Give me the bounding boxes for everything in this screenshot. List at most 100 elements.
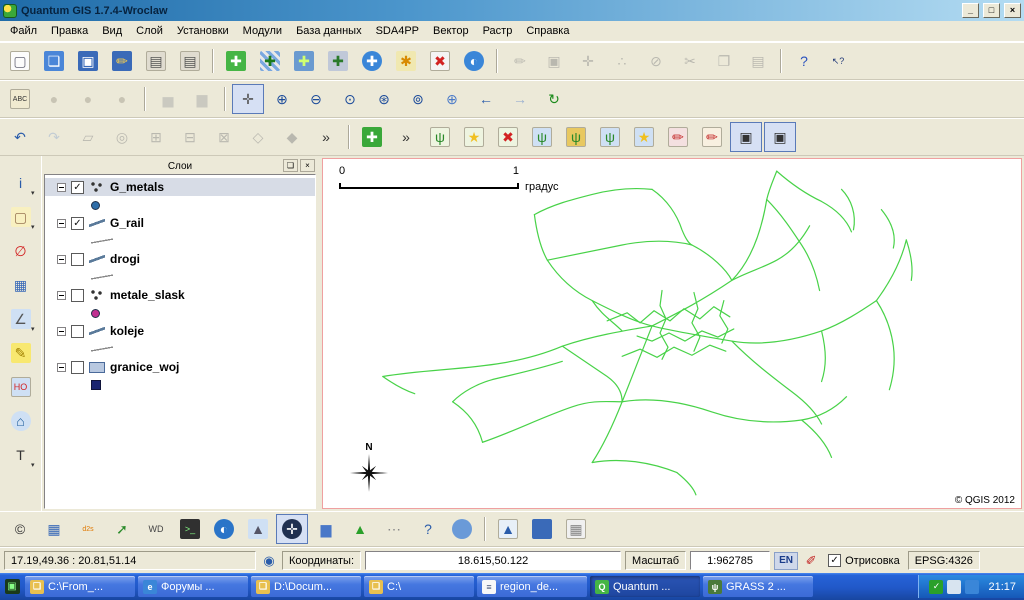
map-canvas[interactable]: 0 1 градус N © QGIS 2012	[322, 158, 1022, 509]
map-legend-toggle-button[interactable]: ▣	[730, 122, 762, 152]
chevron-down-icon[interactable]: ▾	[31, 461, 35, 469]
copy-features-button[interactable]: ❐	[708, 46, 740, 76]
layer-visibility-checkbox[interactable]: ✓	[71, 181, 84, 194]
layer-visibility-checkbox[interactable]: ✓	[71, 217, 84, 230]
grass-vector-edit-button[interactable]: ✏	[662, 122, 694, 152]
hot-plugin-button[interactable]: HO	[5, 372, 37, 402]
redo-button[interactable]: ↷	[38, 122, 70, 152]
home-globe-button[interactable]: ⌂	[5, 406, 37, 436]
tree-expander-icon[interactable]	[57, 183, 66, 192]
console-plugin-button[interactable]: >_	[174, 514, 206, 544]
simplify-feature-button[interactable]: ▱	[72, 122, 104, 152]
tree-expander-icon[interactable]	[57, 363, 66, 372]
zoom-in-button[interactable]: ⊕	[266, 84, 298, 114]
add-spatialite-layer-button[interactable]: ✚	[322, 46, 354, 76]
zoom-full-button[interactable]: ⊛	[368, 84, 400, 114]
wd-plugin-button[interactable]: WD	[140, 514, 172, 544]
raster-stretch-button[interactable]: ▆	[186, 84, 218, 114]
render-checkbox[interactable]: ✓	[828, 554, 841, 567]
raster-histogram-button[interactable]: ▅	[152, 84, 184, 114]
reshape-features-button[interactable]: ◇	[242, 122, 274, 152]
merge-features-button[interactable]: ◆	[276, 122, 308, 152]
labeling-button[interactable]: ABC	[4, 84, 36, 114]
grass-open-mapset-button[interactable]: ψ	[424, 122, 456, 152]
text-labels-button[interactable]: T▾	[5, 440, 37, 470]
close-button[interactable]: ×	[1004, 3, 1021, 18]
pan-map-button[interactable]: ✛	[232, 84, 264, 114]
taskbar-button-0[interactable]: ❏C:\From_...	[25, 576, 135, 597]
add-part-button[interactable]: ⊞	[140, 122, 172, 152]
paste-features-button[interactable]: ▤	[742, 46, 774, 76]
menu-item-4[interactable]: Установки	[170, 22, 236, 40]
compass-plugin-button[interactable]: ✛	[276, 514, 308, 544]
add-wfs-layer-button[interactable]: ◐	[458, 46, 490, 76]
layer-visibility-checkbox[interactable]	[71, 253, 84, 266]
add-wms-layer-button[interactable]: ✚	[356, 46, 388, 76]
globe-plugin-button[interactable]: ◐	[208, 514, 240, 544]
grass-new-mapset-button[interactable]: ★	[458, 122, 490, 152]
grass-tools-button[interactable]: ψ	[526, 122, 558, 152]
composer-manager-button[interactable]: ▤	[174, 46, 206, 76]
whats-this-button[interactable]: ↖?	[822, 46, 854, 76]
panel-close-button[interactable]: ×	[300, 159, 315, 172]
plugins-overflow-button[interactable]: »	[390, 122, 422, 152]
profile-plugin-button[interactable]: ▲	[242, 514, 274, 544]
tree-expander-icon[interactable]	[57, 291, 66, 300]
minimize-button[interactable]: _	[962, 3, 979, 18]
grass-close-mapset-button[interactable]: ✖	[492, 122, 524, 152]
delete-selected-button[interactable]: ⊘	[640, 46, 672, 76]
save-project-as-button[interactable]: ✏	[106, 46, 138, 76]
save-edits-button[interactable]: ▣	[538, 46, 570, 76]
menu-item-7[interactable]: SDA4PP	[369, 22, 426, 40]
new-shapefile-button[interactable]: ✱	[390, 46, 422, 76]
menu-item-8[interactable]: Вектор	[426, 22, 476, 40]
layer-visibility-checkbox[interactable]	[71, 289, 84, 302]
dem-plugin-button[interactable]: ▲	[492, 514, 524, 544]
mouse-position-icon[interactable]: ◉	[260, 552, 278, 570]
keyboard-language-indicator[interactable]: EN	[774, 552, 798, 570]
copyright-plugin-button[interactable]: ©	[4, 514, 36, 544]
taskbar-button-1[interactable]: eФорумы ...	[138, 576, 248, 597]
move-feature-button[interactable]: ✛	[572, 46, 604, 76]
add-postgis-layer-button[interactable]: ✚	[288, 46, 320, 76]
antivirus-tray-icon[interactable]: ✓	[929, 580, 943, 594]
render-toggle[interactable]: ✓ Отрисовка	[824, 554, 904, 567]
dots-plugin-button[interactable]: ⋯	[378, 514, 410, 544]
zoom-next-button[interactable]: →	[504, 84, 536, 114]
flag-plugin-button[interactable]: ▲	[344, 514, 376, 544]
taskbar-button-6[interactable]: ψGRASS 2 ...	[703, 576, 813, 597]
chevron-down-icon[interactable]: ▾	[31, 325, 35, 333]
overview-toggle-button[interactable]: ▣	[764, 122, 796, 152]
elephant-plugin-button[interactable]	[446, 514, 478, 544]
deselect-button[interactable]: ∅	[5, 236, 37, 266]
menu-item-1[interactable]: Правка	[44, 22, 95, 40]
layer-item-g-metals[interactable]: ✓G_metals	[45, 178, 315, 196]
maximize-button[interactable]: □	[983, 3, 1000, 18]
undo-button[interactable]: ↶	[4, 122, 36, 152]
measure-button[interactable]: ∠▾	[5, 304, 37, 334]
quick-launch-button[interactable]: ▣	[2, 576, 22, 597]
taskbar-button-4[interactable]: ≡region_de...	[477, 576, 587, 597]
menu-item-0[interactable]: Файл	[3, 22, 44, 40]
zoom-to-layer-button[interactable]: ⊕	[436, 84, 468, 114]
attribute-editor-plugin-button[interactable]: ▦	[38, 514, 70, 544]
coordinates-input[interactable]	[365, 551, 621, 570]
et-geowizards-button[interactable]: ✚	[356, 122, 388, 152]
cut-features-button[interactable]: ✂	[674, 46, 706, 76]
zoom-native-button[interactable]: ⊙	[334, 84, 366, 114]
network-tray-icon[interactable]	[965, 580, 979, 594]
node-tool-button[interactable]: ∴	[606, 46, 638, 76]
layer-item-metale-slask[interactable]: metale_slask	[45, 286, 315, 304]
zoom-out-button[interactable]: ⊖	[300, 84, 332, 114]
remove-layer-button[interactable]: ✖	[424, 46, 456, 76]
menu-item-2[interactable]: Вид	[95, 22, 129, 40]
zoom-to-selection-button[interactable]: ⊚	[402, 84, 434, 114]
annotation-button[interactable]: ●	[106, 84, 138, 114]
help-button[interactable]: ?	[788, 46, 820, 76]
layer-item-drogi[interactable]: drogi	[45, 250, 315, 268]
grass-region-button[interactable]: ψ	[560, 122, 592, 152]
tile-plugin-button[interactable]	[526, 514, 558, 544]
chevron-down-icon[interactable]: ▾	[31, 189, 35, 197]
add-raster-layer-button[interactable]: ✚	[254, 46, 286, 76]
menu-item-5[interactable]: Модули	[236, 22, 289, 40]
